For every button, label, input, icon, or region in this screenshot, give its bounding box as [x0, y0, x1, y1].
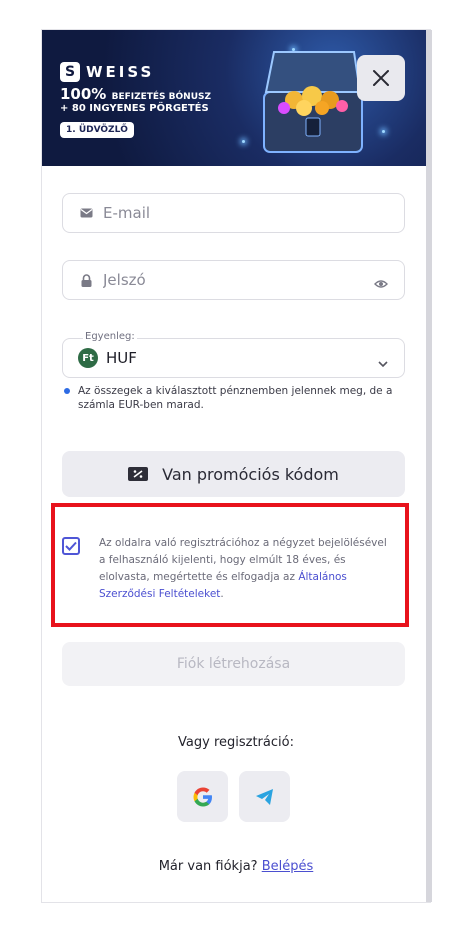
telegram-icon [255, 788, 273, 805]
registration-modal: S WEISS 100% BEFIZETÉS BÓNUSZ + 80 INGYE… [42, 30, 430, 902]
terms-checkbox[interactable] [62, 537, 80, 555]
checkmark-icon [65, 541, 77, 551]
login-link[interactable]: Belépés [262, 859, 314, 874]
telegram-button[interactable] [239, 771, 290, 822]
mail-icon [79, 206, 93, 220]
currency-badge-icon: Ft [78, 348, 98, 368]
promo-banner: S WEISS 100% BEFIZETÉS BÓNUSZ + 80 INGYE… [42, 30, 430, 166]
brand-logo: S WEISS [60, 62, 154, 82]
chevron-down-icon [378, 353, 388, 372]
info-dot-icon [64, 388, 70, 394]
lock-icon [79, 273, 93, 287]
create-account-button[interactable]: Fiók létrehozása [62, 642, 405, 686]
balance-label: Egyenleg: [83, 331, 137, 342]
scrollbar[interactable] [426, 30, 432, 902]
bonus-headline: 100% BEFIZETÉS BÓNUSZ [60, 85, 212, 103]
promo-code-label: Van promóciós kódom [162, 464, 339, 484]
promo-code-button[interactable]: Van promóciós kódom [62, 451, 405, 497]
email-field[interactable] [62, 193, 405, 233]
logo-mark: S [60, 62, 80, 82]
terms-text: Az oldalra való regisztrációhoz a négyze… [99, 537, 387, 600]
login-prompt: Már van fiókja? Belépés [158, 859, 314, 874]
eye-icon[interactable] [374, 274, 388, 293]
password-input[interactable] [103, 271, 353, 289]
currency-value: HUF [106, 349, 137, 367]
google-button[interactable] [177, 771, 228, 822]
currency-select[interactable]: Egyenleg: Ft HUF [62, 331, 405, 378]
close-icon [373, 70, 389, 86]
treasure-chest-image [263, 51, 363, 153]
welcome-chip: 1. ÜDVÖZLŐ [60, 122, 134, 138]
or-register-text: Vagy regisztráció: [178, 735, 294, 750]
brand-name: WEISS [86, 63, 155, 81]
currency-note-text: Az összegek a kiválasztott pénznemben je… [78, 385, 393, 411]
create-account-label: Fiók létrehozása [176, 656, 291, 672]
spins-text: + 80 INGYENES PÖRGETÉS [60, 103, 209, 114]
email-input[interactable] [103, 204, 353, 222]
coupon-icon [128, 467, 149, 481]
google-icon [193, 787, 212, 806]
currency-note: Az összegek a kiválasztott pénznemben je… [64, 384, 394, 412]
close-button[interactable] [357, 55, 405, 101]
password-field[interactable] [62, 260, 405, 300]
